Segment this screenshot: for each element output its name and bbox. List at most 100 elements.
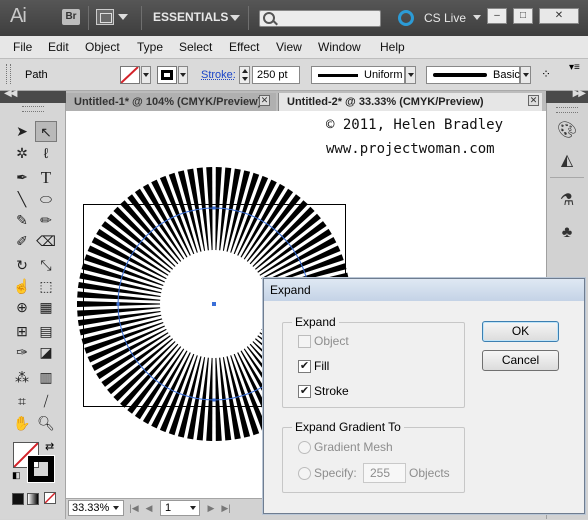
close-button[interactable]: ✕ [539,8,579,24]
symbols-icon[interactable]: ♣ [553,221,581,245]
cancel-button[interactable]: Cancel [482,350,559,371]
selection-tool-icon[interactable]: ➤ [11,121,33,142]
slice-tool-icon[interactable]: ⧸ [35,391,57,412]
chevron-down-icon[interactable] [113,506,119,510]
menu-view[interactable]: View [276,40,302,54]
fill-checkbox[interactable]: ✔ [298,360,311,373]
tools-panel-header[interactable]: ◀◀ [0,88,66,103]
workspace-switcher[interactable]: ESSENTIALS [153,10,228,24]
hand-tool-icon[interactable]: ✋ [11,413,33,434]
minimize-button[interactable]: – [487,8,507,24]
chevron-down-icon[interactable] [230,15,240,21]
chevron-down-icon[interactable] [473,15,481,20]
cs-live-menu[interactable]: CS Live [424,11,466,25]
fill-dropdown[interactable] [141,66,151,84]
menu-window[interactable]: Window [318,40,361,54]
expand-icon[interactable]: ▶▶ [573,88,586,99]
warp-tool-icon[interactable]: ☝ [11,276,33,297]
brush-dropdown[interactable] [520,66,531,84]
mesh-tool-icon[interactable]: ⊞ [11,321,33,342]
tab-untitled-2[interactable]: Untitled-2* @ 33.33% (CMYK/Preview) [278,93,542,111]
panel-grip[interactable] [556,107,578,113]
fill-swatch[interactable] [120,66,140,84]
last-artboard-button[interactable]: ▶| [220,501,232,515]
swap-fill-stroke-icon[interactable]: ⇄ [45,440,54,453]
ellipse-tool-icon[interactable]: ⬭ [35,189,57,210]
blob-brush-tool-icon[interactable]: ✐ [11,231,33,252]
dialog-title-bar[interactable] [264,279,584,301]
default-fill-stroke-icon[interactable]: ◧ [12,470,21,481]
chevron-down-icon[interactable] [190,506,196,510]
first-artboard-button[interactable]: |◀ [128,501,140,515]
gradient-mode-icon[interactable] [27,493,39,505]
menu-file[interactable]: File [13,40,32,54]
close-icon[interactable]: ✕ [528,95,539,106]
anchor-point[interactable] [212,206,216,210]
stroke-weight-stepper[interactable] [239,66,250,84]
rotate-tool-icon[interactable]: ↻ [11,255,33,276]
pencil-tool-icon[interactable]: ✏ [35,210,57,231]
object-checkbox[interactable] [298,335,311,348]
specify-objects-input[interactable]: 255 [363,463,406,483]
zoom-tool-icon[interactable]: 🔍︎ [35,413,57,434]
stroke-dropdown[interactable] [178,66,188,84]
type-tool-icon[interactable]: T [35,167,57,188]
brush-definition-select[interactable]: Basic [426,66,520,84]
previous-artboard-button[interactable]: ◀ [143,501,155,515]
paintbrush-tool-icon[interactable]: ✎ [11,210,33,231]
profile-dropdown[interactable] [405,66,416,84]
menu-type[interactable]: Type [137,40,163,54]
blend-tool-icon[interactable]: ◪ [35,342,57,363]
tab-untitled-1[interactable]: Untitled-1* @ 104% (CMYK/Preview) [66,93,276,111]
perspective-grid-tool-icon[interactable]: ▦ [35,297,57,318]
artboard-tool-icon[interactable]: ⌗ [11,391,33,412]
ok-button[interactable]: OK [482,321,559,342]
chevron-up-icon[interactable] [242,69,248,73]
none-mode-icon[interactable] [44,492,56,504]
next-artboard-button[interactable]: ▶ [205,501,217,515]
menu-object[interactable]: Object [85,40,120,54]
cs-live-icon[interactable] [398,10,414,26]
center-point-handle[interactable] [212,302,216,306]
brushes-icon[interactable]: ⚗ [553,189,581,213]
collapse-icon[interactable]: ◀◀ [4,88,17,99]
arrange-documents-button[interactable] [96,9,130,25]
line-tool-icon[interactable]: ╲ [11,189,33,210]
color-mode-icon[interactable] [12,493,24,505]
stroke-checkbox[interactable]: ✔ [298,385,311,398]
select-similar-icon[interactable]: ⁘ [539,67,553,81]
stroke-panel-link[interactable]: Stroke: [201,69,236,81]
free-transform-tool-icon[interactable]: ⬚ [35,276,57,297]
stroke-indicator[interactable] [27,455,55,483]
column-graph-tool-icon[interactable]: ▥ [35,367,57,388]
panel-grip[interactable] [22,106,44,112]
pen-tool-icon[interactable]: ✒ [11,167,33,188]
anchor-point[interactable] [212,398,216,402]
symbol-sprayer-tool-icon[interactable]: ⁂ [11,367,33,388]
specify-radio[interactable] [298,467,311,480]
lasso-tool-icon[interactable]: ℓ [35,143,57,164]
eraser-tool-icon[interactable]: ⌫ [35,231,57,252]
panel-menu-icon[interactable]: ▾≡ [569,62,580,73]
scale-tool-icon[interactable]: ⤡ [35,255,57,276]
panel-grip[interactable] [6,64,11,84]
direct-selection-tool-icon[interactable]: ↖ [35,121,57,142]
anchor-point[interactable] [116,302,120,306]
menu-effect[interactable]: Effect [229,40,259,54]
magic-wand-tool-icon[interactable]: ✲ [11,143,33,164]
dock-header[interactable]: ▶▶ [546,88,588,103]
bridge-button[interactable]: Br [62,9,80,25]
close-icon[interactable]: ✕ [259,95,270,106]
color-panel-icon[interactable]: 🎨︎ [553,119,581,143]
gradient-tool-icon[interactable]: ▤ [35,321,57,342]
menu-help[interactable]: Help [380,40,405,54]
menu-select[interactable]: Select [179,40,212,54]
menu-edit[interactable]: Edit [48,40,69,54]
chevron-down-icon[interactable] [242,77,248,81]
stroke-weight-input[interactable]: 250 pt [252,66,300,84]
variable-width-profile-select[interactable]: Uniform [311,66,405,84]
gradient-mesh-radio[interactable] [298,441,311,454]
eyedropper-tool-icon[interactable]: ✑ [11,342,33,363]
shape-builder-tool-icon[interactable]: ⊕ [11,297,33,318]
stroke-swatch[interactable] [157,66,177,84]
